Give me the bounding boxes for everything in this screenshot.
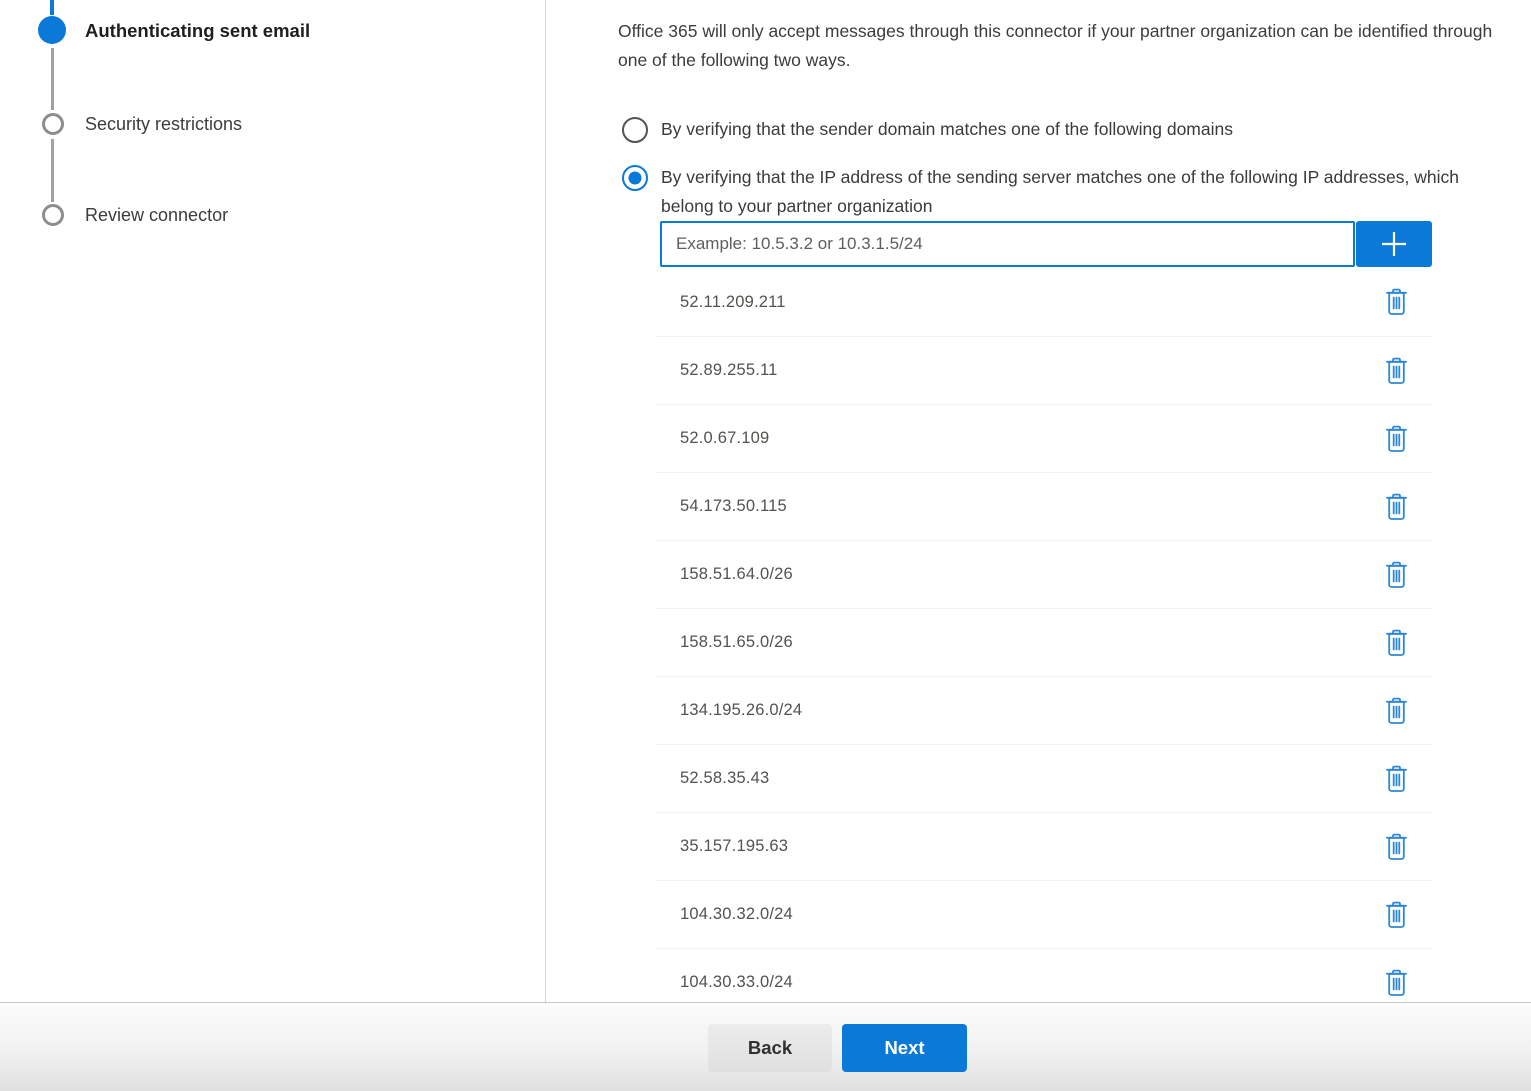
wizard-stepper-pane: Authenticating sent email Security restr… [0,0,545,1002]
ip-row: 104.30.33.0/24 [656,948,1432,1002]
ip-address: 52.58.35.43 [680,769,769,788]
trash-icon [1385,629,1408,657]
radio-option-ip-address[interactable]: By verifying that the IP address of the … [622,165,1476,221]
trash-icon [1385,697,1408,725]
ip-address: 104.30.32.0/24 [680,905,793,924]
ip-row: 52.11.209.211 [656,268,1432,336]
ip-address: 52.89.255.11 [680,361,778,380]
step-active-dot-icon [38,16,66,44]
step-label: Review connector [85,205,228,226]
stepper-line-completed [50,0,54,15]
pane-divider [545,0,546,1002]
ip-row: 104.30.32.0/24 [656,880,1432,948]
trash-icon [1385,833,1408,861]
delete-ip-button[interactable] [1383,695,1410,727]
main-content: Office 365 will only accept messages thr… [618,0,1531,1002]
ip-entry-row [660,221,1434,267]
ip-row: 35.157.195.63 [656,812,1432,880]
delete-ip-button[interactable] [1383,899,1410,931]
trash-icon [1385,425,1408,453]
step-circle-icon [42,113,64,135]
radio-option-label: By verifying that the sender domain matc… [661,115,1233,144]
ip-row: 158.51.65.0/26 [656,608,1432,676]
radio-unselected-icon[interactable] [622,117,648,143]
stepper-line [51,48,54,110]
ip-row: 54.173.50.115 [656,472,1432,540]
back-button[interactable]: Back [708,1024,832,1072]
ip-address: 134.195.26.0/24 [680,701,802,720]
ip-address: 52.11.209.211 [680,293,786,312]
next-button[interactable]: Next [842,1024,967,1072]
ip-row: 52.0.67.109 [656,404,1432,472]
delete-ip-button[interactable] [1383,627,1410,659]
ip-address: 52.0.67.109 [680,429,769,448]
ip-address: 35.157.195.63 [680,837,788,856]
step-label: Authenticating sent email [85,20,310,42]
delete-ip-button[interactable] [1383,491,1410,523]
stepper-line [51,139,54,202]
ip-address: 54.173.50.115 [680,497,787,516]
ip-row: 52.89.255.11 [656,336,1432,404]
delete-ip-button[interactable] [1383,286,1410,318]
ip-row: 158.51.64.0/26 [656,540,1432,608]
trash-icon [1385,561,1408,589]
step-circle-icon [42,204,64,226]
delete-ip-button[interactable] [1383,763,1410,795]
radio-selected-icon[interactable] [622,165,648,191]
trash-icon [1385,493,1408,521]
ip-row: 134.195.26.0/24 [656,676,1432,744]
delete-ip-button[interactable] [1383,355,1410,387]
trash-icon [1385,288,1408,316]
add-ip-button[interactable] [1356,221,1432,267]
intro-text: Office 365 will only accept messages thr… [618,17,1526,74]
radio-option-label: By verifying that the IP address of the … [661,163,1476,221]
ip-address-list: 52.11.209.211 52.89.255.11 [656,268,1432,1002]
ip-address: 104.30.33.0/24 [680,973,793,992]
connector-wizard-page: Authenticating sent email Security restr… [0,0,1531,1091]
delete-ip-button[interactable] [1383,967,1410,999]
delete-ip-button[interactable] [1383,831,1410,863]
ip-address: 158.51.65.0/26 [680,633,793,652]
trash-icon [1385,969,1408,997]
plus-icon [1378,228,1410,260]
ip-address-input[interactable] [660,221,1355,267]
trash-icon [1385,765,1408,793]
step-label: Security restrictions [85,114,242,135]
trash-icon [1385,357,1408,385]
radio-option-sender-domain[interactable]: By verifying that the sender domain matc… [622,117,1233,144]
delete-ip-button[interactable] [1383,559,1410,591]
ip-address: 158.51.64.0/26 [680,565,793,584]
delete-ip-button[interactable] [1383,423,1410,455]
ip-row: 52.58.35.43 [656,744,1432,812]
trash-icon [1385,901,1408,929]
